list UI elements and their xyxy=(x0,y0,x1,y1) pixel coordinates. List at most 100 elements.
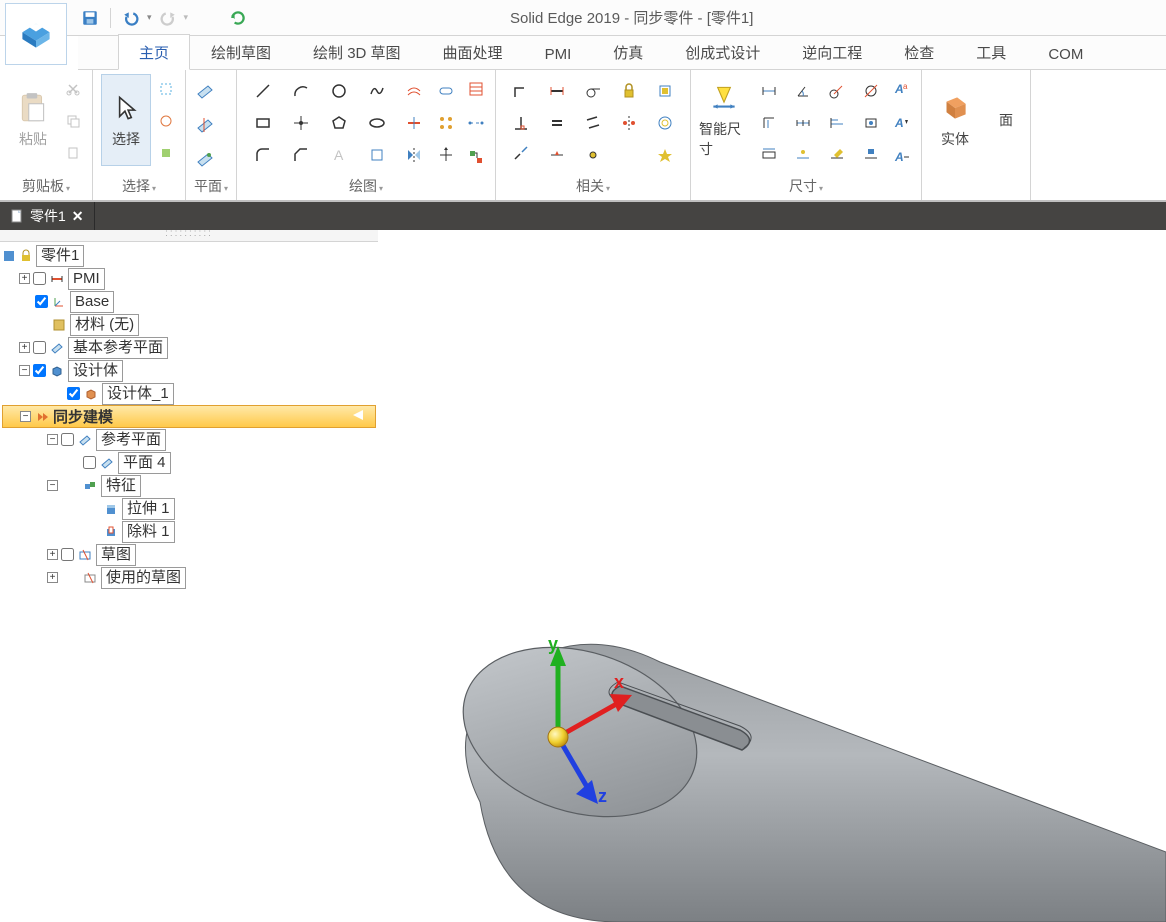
rel-connect[interactable] xyxy=(504,76,538,106)
rel-horizontal[interactable] xyxy=(540,76,574,106)
collapse-icon[interactable]: − xyxy=(47,480,58,491)
tab-sim[interactable]: 仿真 xyxy=(592,34,664,70)
tree-sync-model[interactable]: − 同步建模 xyxy=(2,405,376,428)
paste-button[interactable]: 粘贴 xyxy=(8,74,58,166)
rel-concentric[interactable] xyxy=(648,108,682,138)
collapse-icon[interactable]: − xyxy=(20,411,31,422)
tree-plane4[interactable]: 平面 4 xyxy=(2,451,376,474)
tree-ref-planes[interactable]: − 参考平面 xyxy=(2,428,376,451)
expand-icon[interactable]: + xyxy=(19,342,30,353)
dim-symbol[interactable] xyxy=(855,108,887,138)
dim-auto[interactable] xyxy=(753,140,785,170)
select-opt1[interactable] xyxy=(155,78,177,100)
rel-equal[interactable] xyxy=(540,108,574,138)
rel-lock[interactable] xyxy=(612,76,646,106)
tree-checkbox[interactable] xyxy=(33,341,46,354)
tab-generative[interactable]: 创成式设计 xyxy=(664,34,781,70)
ellipse-tool[interactable] xyxy=(359,108,395,138)
tree-base-planes[interactable]: + 基本参考平面 xyxy=(2,336,376,359)
tab-sketch[interactable]: 绘制草图 xyxy=(190,34,292,70)
dim-angular[interactable] xyxy=(787,76,819,106)
plane-btn1[interactable] xyxy=(194,80,216,102)
select-button[interactable]: 选择 xyxy=(101,74,151,166)
tab-pmi[interactable]: PMI xyxy=(524,38,593,70)
rel-auto[interactable] xyxy=(612,140,646,170)
expand-icon[interactable]: + xyxy=(47,549,58,560)
tab-com[interactable]: COM xyxy=(1027,38,1104,70)
rel-midpoint[interactable] xyxy=(540,140,574,170)
plane-btn2[interactable] xyxy=(194,114,216,136)
move-tool[interactable] xyxy=(431,140,461,170)
offset-tool[interactable] xyxy=(399,76,429,106)
smart-dim-button[interactable]: 智能尺寸 xyxy=(699,74,749,166)
tree-checkbox[interactable] xyxy=(61,548,74,561)
part-cylinder[interactable] xyxy=(441,619,1166,922)
dim-linear[interactable] xyxy=(753,76,785,106)
fillet-tool[interactable] xyxy=(245,140,281,170)
mirror-tool[interactable] xyxy=(399,140,429,170)
update-button[interactable] xyxy=(226,6,250,30)
clipboard-extra-button[interactable] xyxy=(62,142,84,164)
dim-chain[interactable] xyxy=(787,108,819,138)
rel-auto2[interactable] xyxy=(648,140,682,170)
tree-sketch[interactable]: + 草图 xyxy=(2,543,376,566)
arc-tool[interactable] xyxy=(283,76,319,106)
dim-text2[interactable]: A xyxy=(891,112,913,134)
rel-rigid[interactable] xyxy=(648,76,682,106)
tab-sketch3d[interactable]: 绘制 3D 草图 xyxy=(292,34,422,70)
proj-tool[interactable] xyxy=(359,140,395,170)
dim-text3[interactable]: A xyxy=(891,146,913,168)
expand-icon[interactable]: + xyxy=(47,572,58,583)
document-tab[interactable]: 零件1 ✕ xyxy=(0,202,95,230)
copy-button[interactable] xyxy=(62,110,84,132)
poly-tool[interactable] xyxy=(321,108,357,138)
plane-btn3[interactable] xyxy=(194,148,216,170)
dim-attach[interactable] xyxy=(787,140,819,170)
trim-tool[interactable] xyxy=(399,108,429,138)
spline-tool[interactable] xyxy=(359,76,395,106)
dim-edit[interactable] xyxy=(821,140,853,170)
tree-design-body-1[interactable]: 设计体_1 xyxy=(2,382,376,405)
tab-reverse[interactable]: 逆向工程 xyxy=(781,34,883,70)
undo-dropdown-icon[interactable]: ▾ xyxy=(147,12,152,23)
dim-radial[interactable] xyxy=(821,76,853,106)
rel-perpendicular[interactable] xyxy=(504,108,538,138)
redo-button[interactable] xyxy=(156,6,180,30)
rect-tool[interactable] xyxy=(245,108,281,138)
rel-collinear[interactable] xyxy=(504,140,538,170)
tab-surface[interactable]: 曲面处理 xyxy=(422,34,524,70)
tree-cut1[interactable]: 除料 1 xyxy=(2,520,376,543)
tab-home[interactable]: 主页 xyxy=(118,34,190,70)
circle-tool[interactable] xyxy=(321,76,357,106)
tree-checkbox[interactable] xyxy=(35,295,48,308)
tree-checkbox[interactable] xyxy=(33,364,46,377)
tree-checkbox[interactable] xyxy=(61,433,74,446)
draw-extra2[interactable] xyxy=(465,112,487,134)
collapse-icon[interactable]: − xyxy=(47,434,58,445)
tab-tools[interactable]: 工具 xyxy=(955,34,1027,70)
slot-tool[interactable] xyxy=(431,76,461,106)
save-button[interactable] xyxy=(78,6,102,30)
app-menu-button[interactable] xyxy=(5,3,67,65)
select-opt3[interactable] xyxy=(155,142,177,164)
tree-material[interactable]: 材料 (无) xyxy=(2,313,376,336)
point-tool[interactable] xyxy=(283,108,319,138)
tree-extrude1[interactable]: 拉伸 1 xyxy=(2,497,376,520)
tab-inspect[interactable]: 检查 xyxy=(883,34,955,70)
tree-checkbox[interactable] xyxy=(83,456,96,469)
chamfer-tool[interactable] xyxy=(283,140,319,170)
dim-baseline[interactable] xyxy=(821,108,853,138)
line-tool[interactable] xyxy=(245,76,281,106)
tree-checkbox[interactable] xyxy=(67,387,80,400)
dim-text1[interactable]: Aa xyxy=(891,78,913,100)
tree-used-sketch[interactable]: + 使用的草图 xyxy=(2,566,376,589)
dim-diameter[interactable] xyxy=(855,76,887,106)
expand-icon[interactable]: + xyxy=(19,273,30,284)
draw-extra3[interactable] xyxy=(465,146,487,168)
redo-dropdown-icon[interactable]: ▾ xyxy=(184,12,189,23)
solid-button[interactable]: 实体 xyxy=(930,74,980,166)
tree-pmi[interactable]: + PMI xyxy=(2,267,376,290)
panel-handle[interactable] xyxy=(0,230,378,242)
collapse-icon[interactable]: − xyxy=(19,365,30,376)
dim-ordinate[interactable] xyxy=(753,108,785,138)
